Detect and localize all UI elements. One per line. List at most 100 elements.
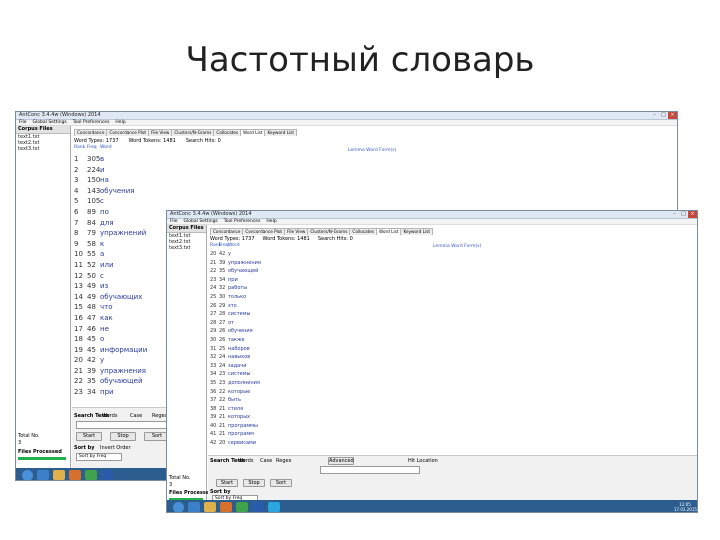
- tab-file-view[interactable]: File View: [284, 228, 309, 235]
- search-input[interactable]: [320, 466, 420, 474]
- tab-clusters-n-grams[interactable]: Clusters/N-Grams: [307, 228, 351, 235]
- start-orb-icon[interactable]: [22, 469, 33, 480]
- tab-word-list[interactable]: Word List: [376, 228, 402, 235]
- table-row[interactable]: 24 32 работы: [210, 284, 261, 293]
- menu-file[interactable]: File: [19, 120, 27, 125]
- table-row[interactable]: 29 26 обучения: [210, 327, 261, 336]
- table-row[interactable]: 35 23 дополнения: [210, 379, 261, 388]
- corpus-file[interactable]: text3.txt: [16, 146, 70, 152]
- close-icon[interactable]: ×: [688, 211, 697, 218]
- table-row[interactable]: 37 22 быть: [210, 396, 261, 405]
- word-icon[interactable]: [252, 502, 264, 512]
- table-row[interactable]: 2 224 и: [74, 165, 147, 176]
- table-row[interactable]: 6 89 по: [74, 207, 147, 218]
- table-row[interactable]: 7 84 для: [74, 218, 147, 229]
- table-row[interactable]: 20 42 у: [210, 250, 261, 259]
- tab-concordance-plot[interactable]: Concordance Plot: [106, 129, 150, 136]
- table-row[interactable]: 12 50 с: [74, 271, 147, 282]
- tab-collocates[interactable]: Collocates: [349, 228, 378, 235]
- table-row[interactable]: 8 79 упражнений: [74, 228, 147, 239]
- chrome-icon[interactable]: [236, 502, 248, 512]
- menu-file[interactable]: File: [170, 219, 178, 224]
- col-word[interactable]: Word: [228, 243, 240, 249]
- menu-global-settings[interactable]: Global Settings: [33, 120, 67, 125]
- corpus-file[interactable]: text3.txt: [167, 245, 206, 251]
- table-row[interactable]: 22 35 обучающей: [210, 267, 261, 276]
- table-row[interactable]: 32 24 навыков: [210, 353, 261, 362]
- table-row[interactable]: 27 28 системы: [210, 310, 261, 319]
- tab-clusters-n-grams[interactable]: Clusters/N-Grams: [171, 129, 215, 136]
- menu-help[interactable]: Help: [115, 120, 125, 125]
- table-row[interactable]: 9 58 к: [74, 239, 147, 250]
- search-option-words[interactable]: Words: [102, 413, 117, 419]
- table-row[interactable]: 30 26 также: [210, 336, 261, 345]
- search-option-case[interactable]: Case: [260, 458, 272, 464]
- col-freq[interactable]: Freq: [219, 243, 229, 249]
- table-row[interactable]: 15 48 что: [74, 302, 147, 313]
- menu-global-settings[interactable]: Global Settings: [184, 219, 218, 224]
- table-row[interactable]: 26 29 это: [210, 302, 261, 311]
- table-row[interactable]: 18 45 о: [74, 334, 147, 345]
- table-row[interactable]: 42 20 сервисами: [210, 439, 261, 448]
- maximize-icon[interactable]: □: [679, 211, 688, 218]
- tab-keyword-list[interactable]: Keyword List: [400, 228, 434, 235]
- table-row[interactable]: 38 21 стиля: [210, 405, 261, 414]
- media-player-icon[interactable]: [220, 502, 232, 512]
- chrome-icon[interactable]: [85, 470, 97, 480]
- sort-button[interactable]: Sort: [270, 479, 292, 487]
- tab-concordance[interactable]: Concordance: [74, 129, 108, 136]
- table-row[interactable]: 17 46 не: [74, 324, 147, 335]
- start-button[interactable]: Start: [76, 432, 102, 441]
- tab-file-view[interactable]: File View: [148, 129, 173, 136]
- table-row[interactable]: 31 25 наборов: [210, 345, 261, 354]
- explorer-icon[interactable]: [53, 470, 65, 480]
- lemma-word-forms-link[interactable]: Lemma Word Form(s): [348, 148, 396, 154]
- sort-select[interactable]: Sort by Freq: [76, 453, 122, 461]
- col-rank[interactable]: Rank: [210, 243, 221, 249]
- table-row[interactable]: 21 39 упражнения: [74, 366, 147, 377]
- table-row[interactable]: 23 34 при: [74, 387, 147, 398]
- skype-icon[interactable]: [268, 502, 280, 512]
- search-option-case[interactable]: Case: [130, 413, 142, 419]
- close-icon[interactable]: ×: [668, 112, 677, 119]
- tab-concordance[interactable]: Concordance: [210, 228, 244, 235]
- advanced-button[interactable]: Advanced: [328, 457, 354, 465]
- table-row[interactable]: 3 150 на: [74, 175, 147, 186]
- table-row[interactable]: 5 105 с: [74, 196, 147, 207]
- table-row[interactable]: 14 49 обучающих: [74, 292, 147, 303]
- menu-tool-preferences[interactable]: Tool Preferences: [224, 219, 261, 224]
- col-rank[interactable]: Rank: [74, 145, 87, 151]
- explorer-icon[interactable]: [204, 502, 216, 512]
- table-row[interactable]: 16 47 как: [74, 313, 147, 324]
- minimize-icon[interactable]: –: [650, 112, 659, 119]
- table-row[interactable]: 34 23 системы: [210, 370, 261, 379]
- table-row[interactable]: 21 39 упражнения: [210, 259, 261, 268]
- table-row[interactable]: 1 305 в: [74, 154, 147, 165]
- table-row[interactable]: 33 24 задачи: [210, 362, 261, 371]
- stop-button[interactable]: Stop: [243, 479, 265, 487]
- tab-word-list[interactable]: Word List: [240, 129, 266, 136]
- ie-icon[interactable]: [37, 470, 49, 480]
- tab-concordance-plot[interactable]: Concordance Plot: [242, 228, 286, 235]
- table-row[interactable]: 13 49 из: [74, 281, 147, 292]
- ie-icon[interactable]: [188, 502, 200, 512]
- maximize-icon[interactable]: □: [659, 112, 668, 119]
- minimize-icon[interactable]: –: [670, 211, 679, 218]
- start-orb-icon[interactable]: [173, 501, 184, 512]
- stop-button[interactable]: Stop: [110, 432, 136, 441]
- tab-collocates[interactable]: Collocates: [213, 129, 242, 136]
- col-word[interactable]: Word: [100, 145, 112, 151]
- word-icon[interactable]: [101, 470, 113, 480]
- search-input[interactable]: [76, 421, 172, 429]
- table-row[interactable]: 39 21 которых: [210, 413, 261, 422]
- col-freq[interactable]: Freq: [87, 145, 100, 151]
- table-row[interactable]: 22 35 обучающей: [74, 376, 147, 387]
- start-button[interactable]: Start: [216, 479, 238, 487]
- menu-tool-preferences[interactable]: Tool Preferences: [73, 120, 110, 125]
- table-row[interactable]: 25 30 только: [210, 293, 261, 302]
- table-row[interactable]: 11 52 или: [74, 260, 147, 271]
- lemma-word-forms-link[interactable]: Lemma Word Form(s): [433, 244, 481, 250]
- invert-order-checkbox[interactable]: Invert Order: [100, 445, 131, 451]
- media-player-icon[interactable]: [69, 470, 81, 480]
- table-row[interactable]: 19 45 информации: [74, 345, 147, 356]
